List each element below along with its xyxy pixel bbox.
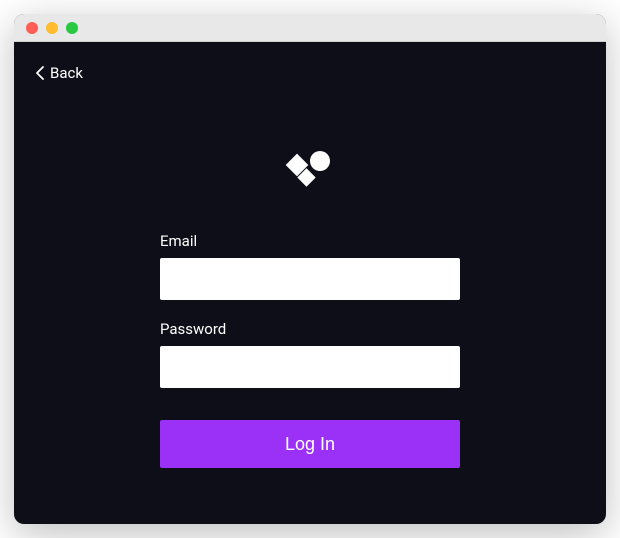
minimize-window-button[interactable] [46, 22, 58, 34]
back-button[interactable]: Back [36, 64, 83, 82]
email-field-group: Email [160, 232, 460, 300]
maximize-window-button[interactable] [66, 22, 78, 34]
email-input[interactable] [160, 258, 460, 300]
login-screen: Back Email Password Log I [14, 42, 606, 524]
app-window: Back Email Password Log I [14, 14, 606, 524]
email-label: Email [160, 232, 460, 250]
back-label: Back [50, 64, 83, 82]
password-input[interactable] [160, 346, 460, 388]
app-logo-icon [282, 142, 338, 196]
password-label: Password [160, 320, 460, 338]
close-window-button[interactable] [26, 22, 38, 34]
chevron-left-icon [36, 66, 44, 80]
login-form: Email Password Log In [160, 142, 460, 468]
password-field-group: Password [160, 320, 460, 388]
login-button[interactable]: Log In [160, 420, 460, 468]
window-titlebar [14, 14, 606, 42]
